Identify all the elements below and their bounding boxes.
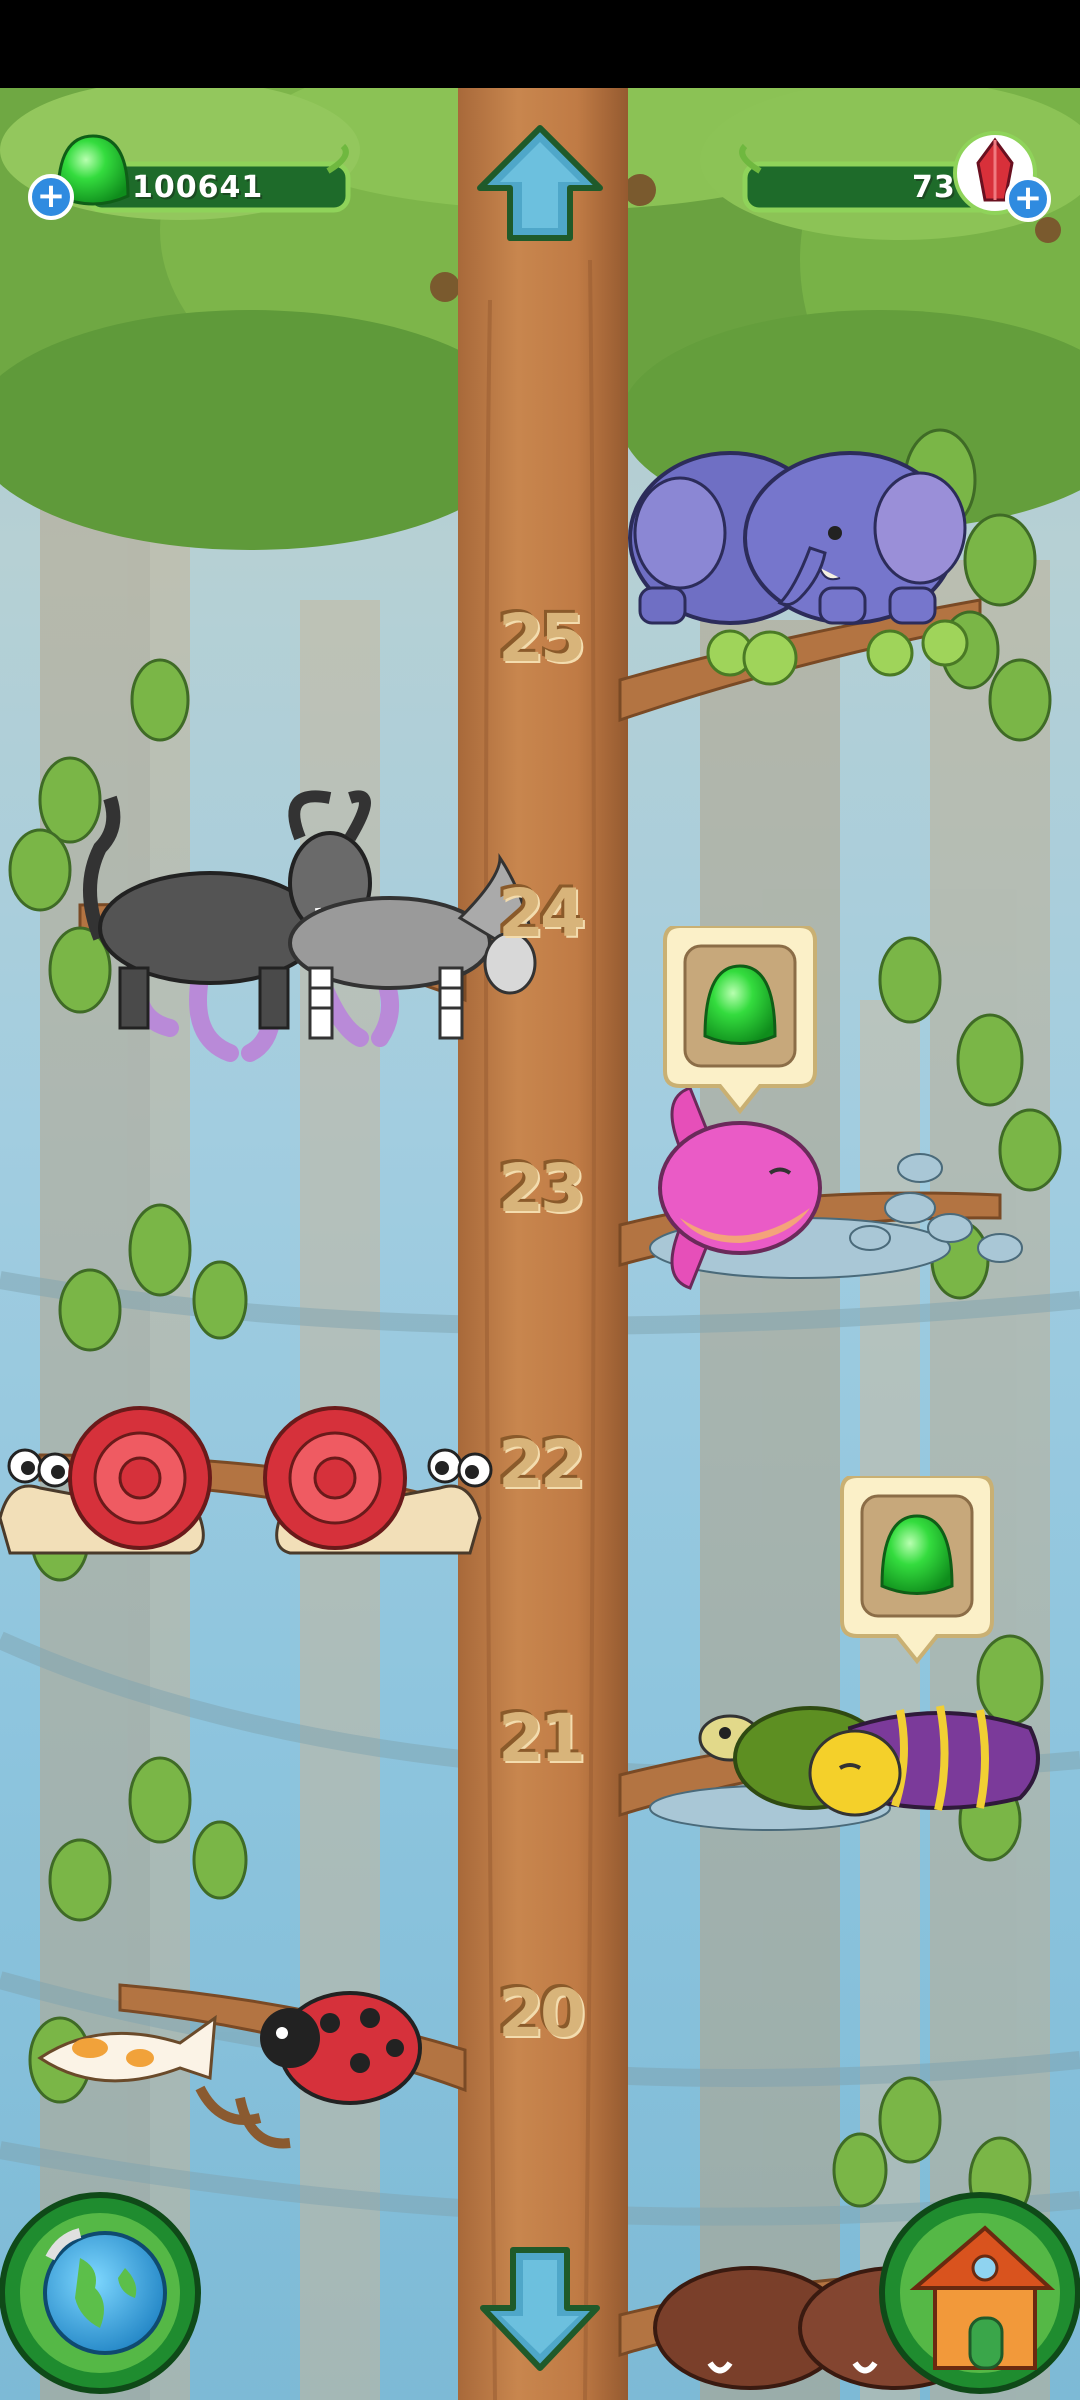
green-gel-icon: [703, 964, 777, 1045]
gel-count: 100641: [132, 170, 264, 205]
add-gel-button[interactable]: +: [28, 174, 74, 220]
floor-22-snails[interactable]: [0, 1388, 500, 1568]
snail-left: [0, 1406, 212, 1555]
floor-number-24: 24: [498, 875, 586, 952]
floor-up-button[interactable]: [470, 120, 610, 250]
green-gel-icon: [880, 1514, 954, 1595]
up-arrow-icon: [477, 125, 603, 241]
plus-icon: +: [36, 176, 66, 216]
floor-number-21: 21: [498, 1700, 586, 1777]
floor-25-elephants[interactable]: [620, 438, 980, 698]
game-screen: 25 24 23 22 21 20 + 100641 + 73: [0, 0, 1080, 2400]
world-map-button[interactable]: [0, 2188, 210, 2398]
elephant-right: [743, 451, 967, 625]
gem-counter: + 73: [730, 116, 1060, 224]
floor-20-animals[interactable]: [20, 1968, 440, 2168]
globe-icon: [0, 2192, 201, 2394]
tree-world: 25 24 23 22 21 20 + 100641 + 73: [0, 88, 1080, 2400]
floor-number-22: 22: [498, 1426, 586, 1503]
gem-count: 73: [912, 170, 956, 205]
floor-number-23: 23: [498, 1150, 586, 1227]
floor-23-gel-reward[interactable]: [655, 924, 825, 1120]
plus-icon: +: [1013, 178, 1043, 218]
floor-down-button[interactable]: [475, 2238, 605, 2378]
floor-number-20: 20: [498, 1975, 586, 2052]
floor-21-animals[interactable]: [640, 1688, 1060, 1848]
snail-right: [263, 1406, 493, 1555]
treehouse-button[interactable]: [875, 2188, 1080, 2398]
gel-counter: + 100641: [28, 116, 358, 224]
floor-21-gel-reward[interactable]: [832, 1474, 1002, 1670]
add-gem-button[interactable]: +: [1005, 176, 1051, 222]
down-arrow-icon: [480, 2247, 600, 2371]
floor-number-25: 25: [498, 600, 586, 677]
ladybug: [260, 1991, 422, 2105]
status-bar: [0, 0, 1080, 88]
treehouse-icon: [879, 2192, 1080, 2394]
koi: [37, 2014, 217, 2083]
main-trunk: [458, 88, 628, 2400]
